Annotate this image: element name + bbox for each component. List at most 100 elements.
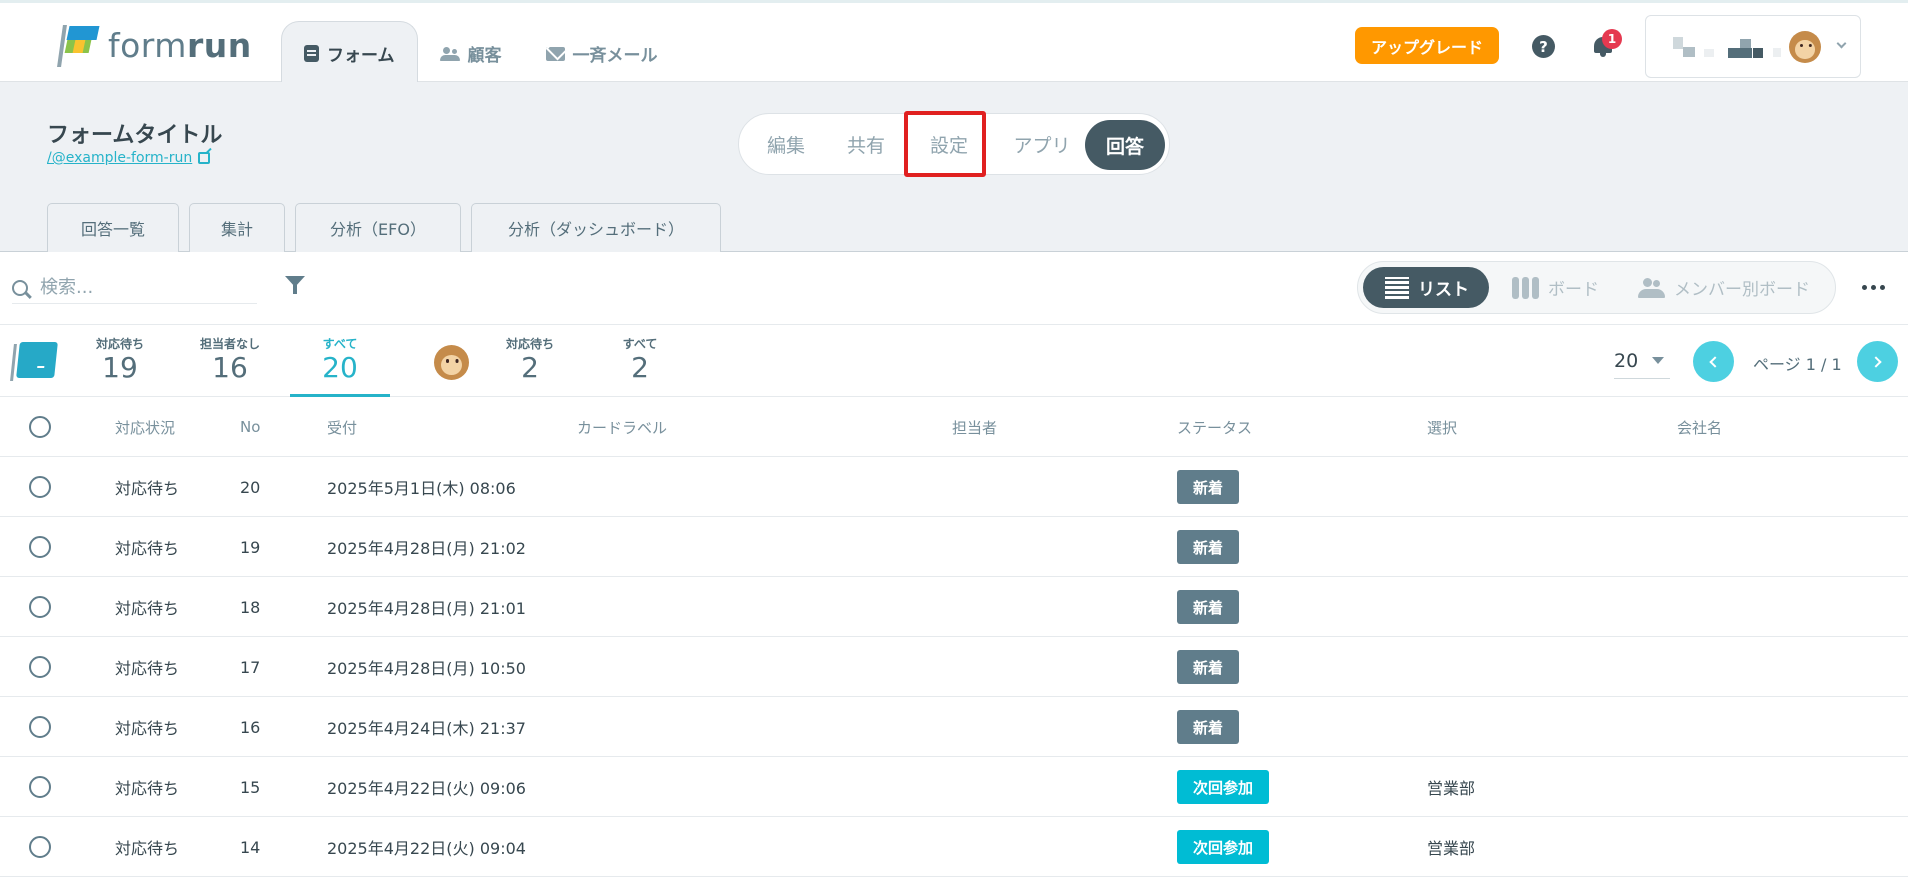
table-row[interactable]: 対応待ち 20 2025年5月1日(木) 08:06 新着: [0, 457, 1908, 517]
formrun-logo[interactable]: formrun: [57, 23, 252, 67]
nav-tab-customers[interactable]: 顧客: [418, 22, 524, 85]
form-link-text: /@example-form-run: [47, 150, 193, 166]
row-checkbox[interactable]: [29, 476, 51, 498]
counter-mine-all[interactable]: すべて 2: [590, 335, 690, 384]
status-tag: 次回参加: [1177, 770, 1270, 804]
table-row[interactable]: 対応待ち 16 2025年4月24日(木) 21:37 新着: [0, 697, 1908, 757]
counter-team-waiting[interactable]: 対応待ち 19: [70, 335, 170, 384]
row-checkbox[interactable]: [29, 656, 51, 678]
settings-highlight-box: [904, 111, 986, 177]
row-checkbox[interactable]: [29, 536, 51, 558]
select-all-checkbox[interactable]: [29, 416, 51, 438]
cell-no: 20: [240, 477, 261, 497]
board-icon: [1512, 276, 1539, 299]
mode-tab-edit[interactable]: 編集: [751, 114, 821, 174]
response-subtabs: 回答一覧 集計 分析（EFO） 分析（ダッシュボード）: [47, 203, 721, 252]
column-header[interactable]: ステータス: [1177, 397, 1252, 457]
cell-status: 対応待ち: [115, 599, 180, 618]
cell-no: 14: [240, 837, 261, 857]
counter-team-unassigned[interactable]: 担当者なし 16: [180, 335, 280, 384]
table-row[interactable]: 対応待ち 18 2025年4月28日(月) 21:01 新着: [0, 577, 1908, 637]
search-icon: [12, 279, 28, 296]
cell-status: 対応待ち: [115, 779, 180, 798]
status-tag: 新着: [1177, 650, 1240, 684]
row-checkbox[interactable]: [29, 776, 51, 798]
row-checkbox[interactable]: [29, 836, 51, 858]
mode-tab-share[interactable]: 共有: [831, 114, 901, 174]
notification-count-badge: 1: [1602, 29, 1622, 49]
subtab-efo-analysis[interactable]: 分析（EFO）: [295, 203, 461, 252]
column-header[interactable]: 担当者: [952, 397, 997, 457]
view-label: メンバー別ボード: [1674, 280, 1810, 300]
user-menu[interactable]: [1645, 15, 1861, 78]
column-header[interactable]: No: [240, 397, 260, 457]
cell-select: 営業部: [1427, 839, 1476, 858]
column-header[interactable]: 受付: [327, 397, 357, 457]
column-header[interactable]: 対応状況: [115, 397, 175, 457]
counter-team-all[interactable]: すべて 20: [290, 335, 390, 384]
column-header[interactable]: 選択: [1427, 397, 1457, 457]
counter-label: すべて: [622, 337, 658, 351]
mode-tab-app[interactable]: アプリ: [997, 114, 1087, 174]
cell-no: 17: [240, 657, 261, 677]
table-row[interactable]: 対応待ち 19 2025年4月28日(月) 21:02 新着: [0, 517, 1908, 577]
nav-tab-form[interactable]: フォーム: [281, 21, 418, 85]
team-flag-icon: [10, 342, 58, 381]
cell-received: 2025年4月28日(月) 21:02: [327, 539, 526, 558]
counter-mine-waiting[interactable]: 対応待ち 2: [480, 335, 580, 384]
chevron-down-icon: [1836, 38, 1847, 49]
responses-table: 対応状況 No 受付 カードラベル 担当者 ステータス 選択 会社名 対応待ち 2…: [0, 397, 1908, 877]
subtab-dashboard-analysis[interactable]: 分析（ダッシュボード）: [471, 203, 721, 252]
cell-status: 対応待ち: [115, 719, 180, 738]
cell-received: 2025年4月22日(火) 09:04: [327, 839, 526, 858]
chevron-left-icon: [1709, 355, 1721, 368]
user-name-redacted: [1673, 35, 1793, 59]
view-label: リスト: [1418, 280, 1469, 300]
cell-received: 2025年5月1日(木) 08:06: [327, 479, 516, 498]
table-row[interactable]: 対応待ち 14 2025年4月22日(火) 09:04 次回参加 営業部: [0, 817, 1908, 877]
status-counters: 対応待ち 19 担当者なし 16 すべて 20 対応待ち 2 すべて 2 20 …: [0, 325, 1908, 397]
search-input[interactable]: [40, 277, 240, 298]
column-header[interactable]: カードラベル: [577, 397, 667, 457]
view-board-button[interactable]: ボード: [1512, 262, 1599, 313]
search-box: [12, 272, 257, 304]
nav-tab-label: 一斉メール: [572, 46, 658, 66]
counter-label: 対応待ち: [95, 337, 144, 351]
subtab-summary[interactable]: 集計: [189, 203, 285, 252]
cell-no: 16: [240, 717, 261, 737]
cell-received: 2025年4月24日(木) 21:37: [327, 719, 526, 738]
view-member-board-button[interactable]: メンバー別ボード: [1638, 262, 1810, 313]
nav-tab-bulk-mail[interactable]: 一斉メール: [524, 22, 680, 85]
view-list-button[interactable]: リスト: [1363, 267, 1489, 308]
main-nav-tabs: フォーム 顧客 一斉メール: [281, 21, 680, 85]
subtab-response-list[interactable]: 回答一覧: [47, 203, 179, 252]
per-page-select[interactable]: 20: [1614, 343, 1670, 379]
mode-tab-responses[interactable]: 回答: [1085, 120, 1165, 170]
table-row[interactable]: 対応待ち 15 2025年4月22日(火) 09:06 次回参加 営業部: [0, 757, 1908, 817]
cell-status: 対応待ち: [115, 659, 180, 678]
help-icon[interactable]: ?: [1532, 35, 1555, 58]
upgrade-button[interactable]: アップグレード: [1355, 27, 1499, 64]
next-page-button[interactable]: [1857, 341, 1898, 382]
column-header[interactable]: 会社名: [1677, 397, 1722, 457]
list-icon: [1385, 276, 1409, 299]
status-tag: 新着: [1177, 470, 1240, 504]
row-checkbox[interactable]: [29, 596, 51, 618]
list-toolbar: リスト ボード メンバー別ボード: [0, 252, 1908, 325]
status-tag: 新着: [1177, 710, 1240, 744]
cell-status: 対応待ち: [115, 479, 180, 498]
prev-page-button[interactable]: [1693, 341, 1734, 382]
avatar: [1789, 31, 1821, 63]
form-public-link[interactable]: /@example-form-run: [47, 150, 211, 166]
more-options-icon[interactable]: [1862, 285, 1885, 290]
cell-received: 2025年4月22日(火) 09:06: [327, 779, 526, 798]
cell-no: 15: [240, 777, 261, 797]
customers-icon: [439, 46, 460, 61]
cell-no: 18: [240, 597, 261, 617]
filter-icon[interactable]: [285, 275, 305, 295]
table-row[interactable]: 対応待ち 17 2025年4月28日(月) 10:50 新着: [0, 637, 1908, 697]
counter-label: すべて: [322, 337, 358, 351]
cell-no: 19: [240, 537, 261, 557]
row-checkbox[interactable]: [29, 716, 51, 738]
status-tag: 新着: [1177, 530, 1240, 564]
